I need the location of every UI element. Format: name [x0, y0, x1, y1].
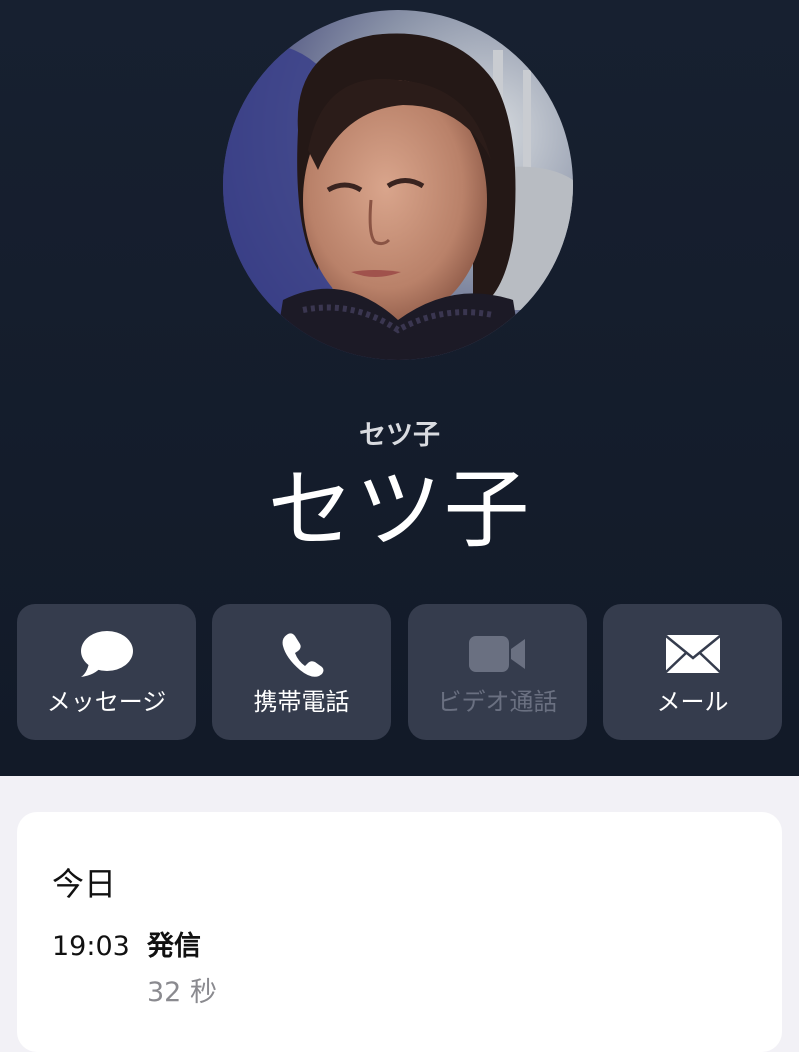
call-time: 19:03 — [52, 931, 130, 962]
call-history-card: 今日 19:03 発信 32 秒 — [17, 812, 782, 1052]
message-button[interactable]: メッセージ — [17, 604, 196, 740]
mobile-call-button[interactable]: 携帯電話 — [212, 604, 391, 740]
video-call-label: ビデオ通話 — [437, 688, 558, 716]
contact-header: セツ子 セツ子 メッセージ 携帯電話 ビデオ通話 メール — [0, 0, 799, 776]
speech-bubble-icon — [17, 628, 196, 680]
mail-label: メール — [656, 688, 729, 716]
contact-subtitle-name: セツ子 — [359, 420, 440, 451]
mobile-call-label: 携帯電話 — [253, 688, 350, 716]
contact-photo — [223, 10, 573, 360]
mail-button[interactable]: メール — [603, 604, 782, 740]
video-call-button[interactable]: ビデオ通話 — [408, 604, 587, 740]
call-history-day: 今日 — [52, 865, 117, 903]
video-camera-icon — [408, 628, 587, 680]
message-label: メッセージ — [46, 688, 167, 716]
contact-actions: メッセージ 携帯電話 ビデオ通話 メール — [17, 604, 782, 740]
contact-avatar[interactable] — [223, 10, 573, 360]
phone-icon — [212, 628, 391, 680]
contact-name: セツ子 — [267, 460, 532, 560]
call-type: 発信 — [147, 931, 201, 962]
envelope-icon — [603, 628, 782, 680]
call-duration: 32 秒 — [147, 977, 217, 1008]
